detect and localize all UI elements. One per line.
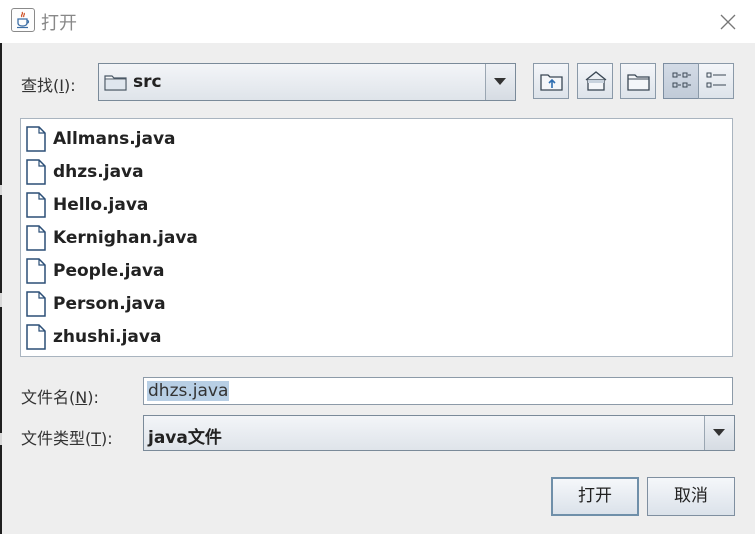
file-list[interactable]: Allmans.java dhzs.java Hello.java Kernig… <box>20 118 733 357</box>
details-view-icon <box>706 72 726 88</box>
details-view-button[interactable] <box>698 63 734 99</box>
open-button[interactable]: 打开 <box>551 477 639 516</box>
current-folder: src <box>133 72 162 92</box>
file-type-dropdown-button[interactable] <box>704 416 734 450</box>
window-title: 打开 <box>41 13 77 34</box>
file-type-value: java文件 <box>148 428 222 448</box>
file-icon <box>26 159 46 185</box>
file-type-label: 文件类型(T): <box>21 429 113 448</box>
title-bar: 打开 <box>0 0 755 43</box>
file-name: Kernighan.java <box>53 228 198 248</box>
file-icon <box>26 126 46 152</box>
file-name-value: dhzs.java <box>147 381 230 401</box>
file-icon <box>26 192 46 218</box>
list-view-icon <box>672 72 691 88</box>
home-icon <box>585 71 607 91</box>
file-name: Person.java <box>53 294 166 314</box>
file-name: Allmans.java <box>53 129 176 149</box>
file-type-combo[interactable]: java文件 <box>143 415 735 451</box>
file-name-label: 文件名(N): <box>21 388 99 407</box>
new-folder-button[interactable] <box>620 63 656 99</box>
file-name: dhzs.java <box>53 162 144 182</box>
file-name: zhushi.java <box>53 327 162 347</box>
file-icon <box>26 258 46 284</box>
folder-icon <box>104 75 127 91</box>
file-name: People.java <box>53 261 165 281</box>
up-folder-icon <box>540 74 563 91</box>
look-in-dropdown-button[interactable] <box>485 64 515 100</box>
close-icon[interactable] <box>716 10 740 34</box>
list-view-button[interactable] <box>663 63 699 99</box>
file-icon <box>26 291 46 317</box>
close-button[interactable] <box>716 10 740 34</box>
java-cup-icon <box>11 8 35 32</box>
up-one-level-button[interactable] <box>533 63 569 99</box>
new-folder-icon <box>627 74 650 91</box>
file-name: Hello.java <box>53 195 149 215</box>
home-button[interactable] <box>577 63 613 99</box>
look-in-combo[interactable]: src <box>98 63 516 101</box>
window-edge <box>0 43 2 534</box>
file-icon <box>26 225 46 251</box>
file-icon <box>26 324 46 350</box>
chevron-down-icon <box>494 78 506 85</box>
file-name-input[interactable]: dhzs.java <box>143 377 733 405</box>
look-in-label: 查找(I): <box>21 76 76 95</box>
cancel-button[interactable]: 取消 <box>647 477 735 516</box>
chevron-down-icon <box>713 429 725 436</box>
